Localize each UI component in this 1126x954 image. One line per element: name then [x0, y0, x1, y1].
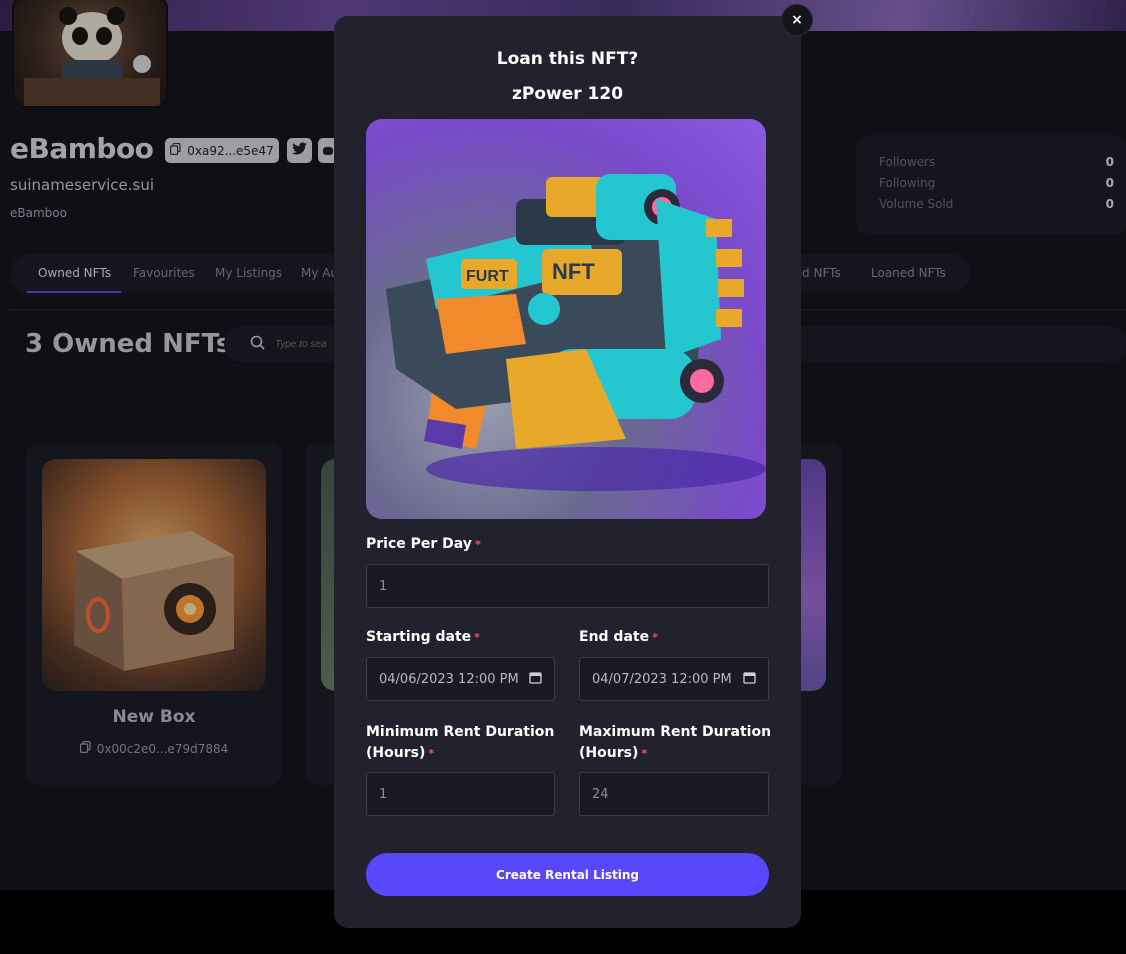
nft-preview-image: NFT FURT: [366, 119, 766, 519]
svg-text:FURT: FURT: [466, 268, 509, 285]
starting-date-value: 04/06/2023 12:00 PM: [379, 671, 519, 687]
end-date-input[interactable]: 04/07/2023 12:00 PM: [579, 657, 769, 701]
svg-text:NFT: NFT: [552, 259, 595, 284]
max-rent-duration-input[interactable]: 24: [579, 772, 769, 816]
create-rental-listing-button[interactable]: Create Rental Listing: [366, 853, 769, 896]
price-per-day-input[interactable]: 1: [366, 564, 769, 608]
min-rent-duration-input[interactable]: 1: [366, 772, 555, 816]
calendar-icon[interactable]: [529, 671, 542, 688]
close-icon: ×: [791, 12, 803, 28]
end-date-value: 04/07/2023 12:00 PM: [592, 671, 732, 687]
starting-date-input[interactable]: 04/06/2023 12:00 PM: [366, 657, 555, 701]
max-rent-duration-label: Maximum Rent Duration (Hours) *: [579, 724, 772, 761]
calendar-icon[interactable]: [743, 671, 756, 688]
end-date-label: End date *: [579, 629, 658, 645]
price-per-day-label: Price Per Day *: [366, 536, 481, 552]
loan-nft-modal: Loan this NFT? zPower 120 NFT FURT Price…: [334, 16, 801, 928]
modal-title: Loan this NFT?: [496, 49, 639, 69]
modal-nft-name: zPower 120: [511, 84, 624, 104]
min-rent-duration-label: Minimum Rent Duration (Hours) *: [366, 724, 555, 761]
starting-date-label: Starting date *: [366, 629, 480, 645]
close-modal-button[interactable]: ×: [781, 4, 813, 36]
